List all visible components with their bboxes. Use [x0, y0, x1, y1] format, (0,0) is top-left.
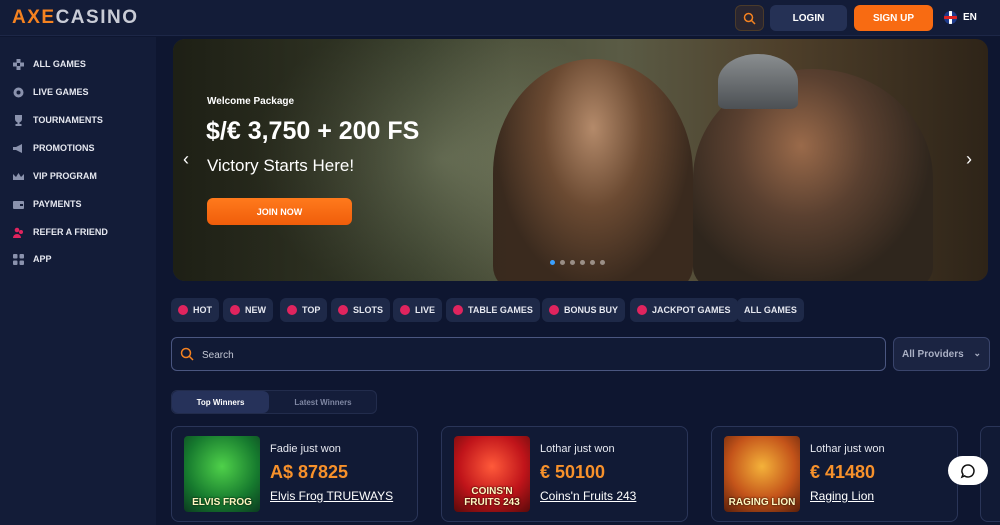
category-live[interactable]: LIVE: [393, 298, 443, 322]
login-button[interactable]: LOGIN: [770, 5, 847, 31]
casino-logo[interactable]: AXECASINO: [12, 7, 138, 29]
cherry-icon: [338, 305, 348, 315]
top-icon: [287, 305, 297, 315]
category-all-games[interactable]: ALL GAMES: [737, 298, 804, 322]
sidebar-item-tournaments[interactable]: TOURNAMENTS: [12, 114, 103, 126]
category-jackpot-games[interactable]: JACKPOT GAMES: [630, 298, 738, 322]
providers-dropdown[interactable]: All Providers ⌄: [893, 337, 990, 371]
chevron-down-icon: ⌄: [973, 348, 981, 358]
winner-game-link[interactable]: Raging Lion: [810, 489, 935, 503]
sidebar-item-promotions[interactable]: PROMOTIONS: [12, 142, 95, 154]
banner-amount: $/€ 3,750 + 200 FS: [206, 117, 420, 145]
banner-subtitle: Welcome Package: [207, 96, 295, 107]
sidebar-item-label: PROMOTIONS: [33, 143, 95, 153]
tab-latest-winners[interactable]: Latest Winners: [269, 391, 377, 413]
winner-amount: € 50100: [540, 462, 606, 482]
sidebar-item-label: REFER A FRIEND: [33, 227, 108, 237]
winner-name: Lothar just won: [540, 443, 615, 455]
category-slots[interactable]: SLOTS: [331, 298, 391, 322]
sidebar-item-app[interactable]: APP: [12, 253, 52, 265]
slide-dot[interactable]: [590, 260, 595, 265]
sidebar-item-label: VIP PROGRAM: [33, 171, 97, 181]
banner-helmet-image: [718, 54, 798, 109]
category-new[interactable]: NEW: [223, 298, 273, 322]
winner-amount: € 41480: [810, 462, 876, 482]
category-top[interactable]: TOP: [280, 298, 328, 322]
sidebar-item-label: APP: [33, 254, 52, 264]
flame-icon: [178, 305, 188, 315]
trophy-icon: [12, 114, 24, 126]
search-icon: [743, 12, 756, 25]
game-thumbnail[interactable]: ELVIS FROG: [184, 436, 260, 512]
slide-dot[interactable]: [560, 260, 565, 265]
sidebar-item-payments[interactable]: PAYMENTS: [12, 198, 82, 210]
winner-game-link[interactable]: Coins'n Fruits 243: [540, 489, 665, 503]
winner-card[interactable]: ELVIS FROG Fadie just won A$ 87825 Elvis…: [171, 426, 418, 522]
users-icon: [12, 226, 24, 238]
sidebar-item-all-games[interactable]: ALL GAMES: [12, 58, 86, 70]
cards-icon: [453, 305, 463, 315]
category-table-games[interactable]: TABLE GAMES: [446, 298, 540, 322]
chat-bubble-icon: [960, 463, 975, 478]
game-thumbnail[interactable]: COINS'N FRUITS 243: [454, 436, 530, 512]
sidebar-item-live-games[interactable]: LIVE GAMES: [12, 86, 89, 98]
join-now-button[interactable]: JOIN NOW: [207, 198, 352, 225]
language-selector[interactable]: EN: [944, 11, 977, 24]
crown-icon: [12, 170, 24, 182]
live-icon: [12, 86, 24, 98]
sidebar-item-label: TOURNAMENTS: [33, 115, 103, 125]
game-thumbnail[interactable]: RAGING LION: [724, 436, 800, 512]
sidebar-item-label: ALL GAMES: [33, 59, 86, 69]
chevron-left-icon[interactable]: ‹: [183, 149, 189, 170]
category-hot[interactable]: HOT: [171, 298, 219, 322]
megaphone-icon: [12, 142, 24, 154]
winner-game-link[interactable]: Elvis Frog TRUEWAYS: [270, 489, 395, 503]
games-icon: [12, 58, 24, 70]
slide-dot[interactable]: [570, 260, 575, 265]
search-input[interactable]: [202, 346, 802, 364]
game-search-box[interactable]: [171, 337, 886, 371]
gift-icon: [549, 305, 559, 315]
providers-label: All Providers: [902, 348, 964, 360]
sidebar: ALL GAMES LIVE GAMES TOURNAMENTS PROMOTI…: [0, 37, 156, 525]
sidebar-item-refer-a-friend[interactable]: REFER A FRIEND: [12, 226, 108, 238]
winners-tabs: Top Winners Latest Winners: [171, 390, 377, 414]
chevron-right-icon[interactable]: ›: [966, 149, 972, 170]
winner-amount: A$ 87825: [270, 462, 349, 482]
seven-icon: [637, 305, 647, 315]
banner-tagline: Victory Starts Here!: [207, 156, 355, 175]
sidebar-item-vip-program[interactable]: VIP PROGRAM: [12, 170, 97, 182]
promo-banner[interactable]: Welcome Package $/€ 3,750 + 200 FS Victo…: [173, 39, 988, 281]
language-label: EN: [963, 12, 977, 23]
search-icon: [180, 347, 194, 366]
sidebar-item-label: PAYMENTS: [33, 199, 82, 209]
chat-button[interactable]: [948, 456, 988, 485]
winner-card[interactable]: RAGING LION Lothar just won € 41480 Ragi…: [711, 426, 958, 522]
app-grid-icon: [12, 253, 24, 265]
live-icon: [400, 305, 410, 315]
banner-warrior-woman-image: [493, 59, 693, 281]
category-bonus-buy[interactable]: BONUS BUY: [542, 298, 626, 322]
winner-card[interactable]: COINS'N FRUITS 243 Lothar just won € 501…: [441, 426, 688, 522]
slide-dot[interactable]: [580, 260, 585, 265]
sidebar-item-label: LIVE GAMES: [33, 87, 89, 97]
slide-dot[interactable]: [550, 260, 555, 265]
slide-dot[interactable]: [600, 260, 605, 265]
wallet-icon: [12, 198, 24, 210]
slide-indicators: [550, 260, 605, 265]
top-header: AXECASINO LOGIN SIGN UP EN: [0, 0, 1000, 36]
winner-name: Fadie just won: [270, 443, 341, 455]
header-search-button[interactable]: [735, 5, 764, 31]
winner-name: Lothar just won: [810, 443, 885, 455]
signup-button[interactable]: SIGN UP: [854, 5, 933, 31]
uk-flag-icon: [944, 11, 957, 24]
tab-top-winners[interactable]: Top Winners: [172, 391, 269, 413]
new-badge-icon: [230, 305, 240, 315]
